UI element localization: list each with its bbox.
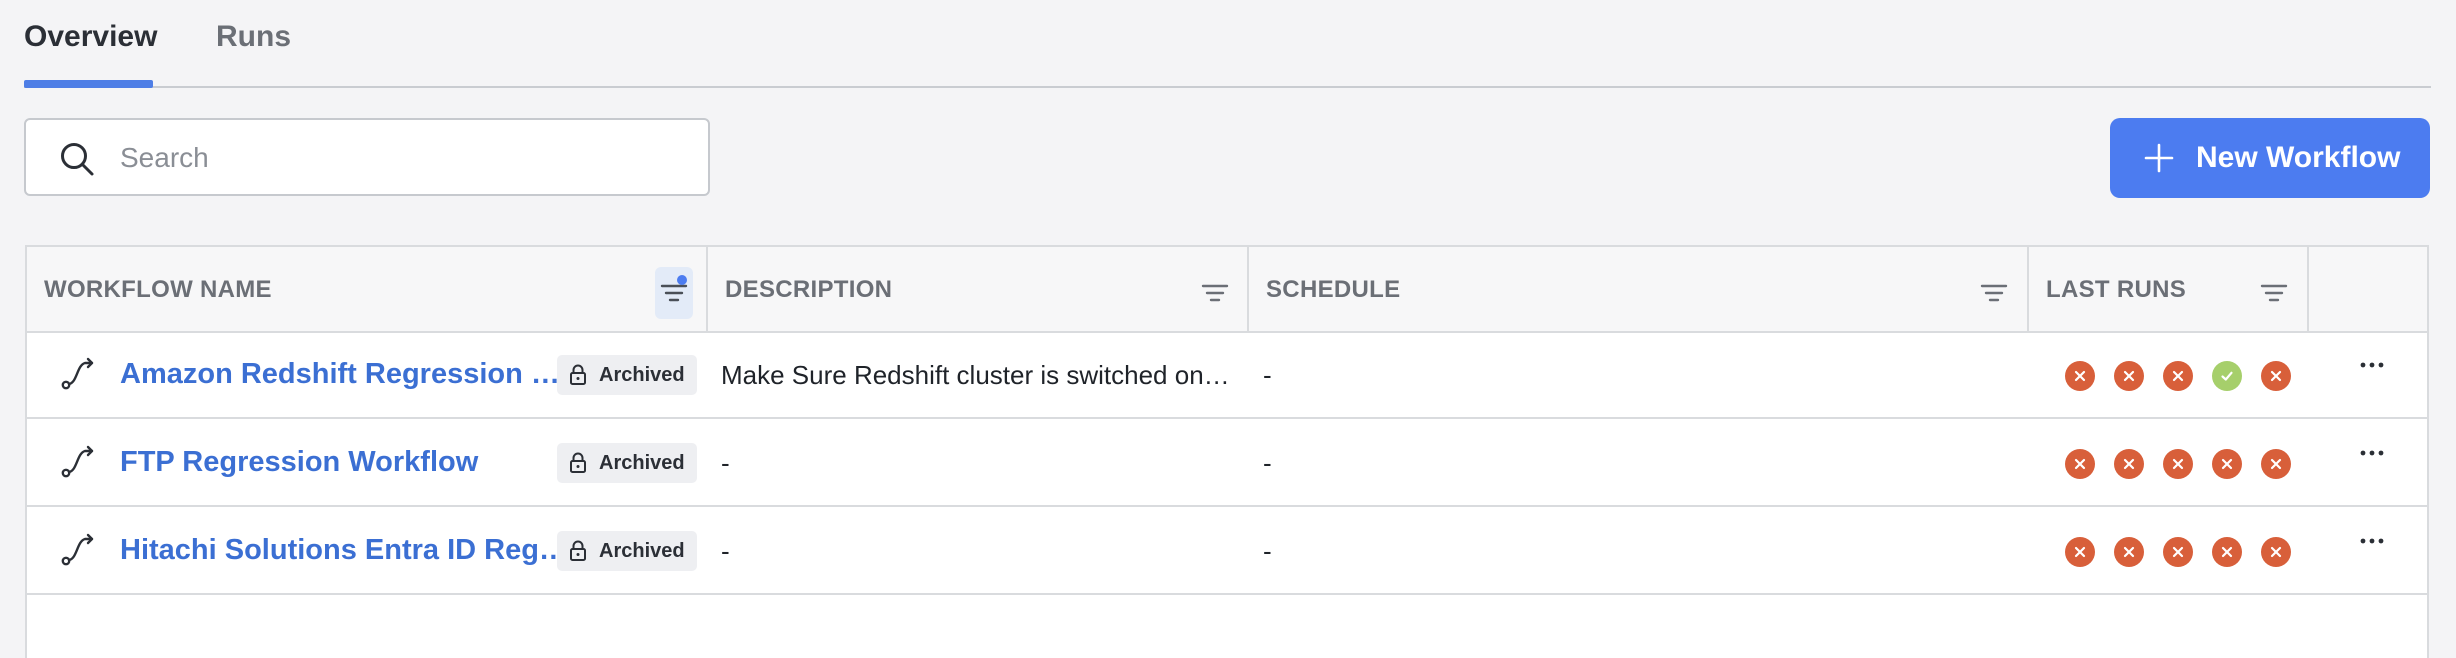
workflows-table: WORKFLOW NAME DESCRIPTION SCHEDULE LAST … xyxy=(25,245,2429,658)
schedule-filter-button[interactable] xyxy=(1975,267,2013,319)
tab-bar: Overview Runs xyxy=(24,0,2431,88)
badge-label: Archived xyxy=(599,363,685,386)
lock-icon xyxy=(570,364,586,385)
column-label: DESCRIPTION xyxy=(725,276,893,303)
search-box[interactable] xyxy=(24,118,710,196)
search-input[interactable] xyxy=(120,134,680,182)
table-row[interactable]: Hitachi Solutions Entra ID Reg… Archived… xyxy=(27,507,2427,595)
table-row[interactable]: FTP Regression Workflow Archived - - xyxy=(27,419,2427,507)
filter-icon xyxy=(1201,284,1229,302)
plus-icon xyxy=(2144,143,2174,173)
last-runs-filter-button[interactable] xyxy=(2255,267,2293,319)
workflow-name-link[interactable]: FTP Regression Workflow xyxy=(120,446,576,479)
last-runs xyxy=(2065,537,2310,567)
lock-icon xyxy=(570,540,586,561)
column-header-schedule: SCHEDULE xyxy=(1249,247,2029,331)
active-filter-dot xyxy=(677,275,687,285)
run-failed-icon[interactable] xyxy=(2163,537,2193,567)
workflow-icon xyxy=(61,533,94,566)
column-label: WORKFLOW NAME xyxy=(44,276,272,303)
badge-label: Archived xyxy=(599,539,685,562)
row-more-button[interactable] xyxy=(2349,345,2395,385)
filter-icon xyxy=(1980,284,2008,302)
run-failed-icon[interactable] xyxy=(2163,449,2193,479)
column-header-last-runs: LAST RUNS xyxy=(2029,247,2309,331)
run-failed-icon[interactable] xyxy=(2261,537,2291,567)
run-failed-icon[interactable] xyxy=(2065,449,2095,479)
column-header-workflow-name: WORKFLOW NAME xyxy=(27,247,708,331)
search-icon xyxy=(61,143,94,176)
more-horizontal-icon xyxy=(2360,362,2384,368)
workflow-name-filter-button[interactable] xyxy=(655,267,693,319)
schedule-cell: - xyxy=(1263,360,1272,390)
table-header: WORKFLOW NAME DESCRIPTION SCHEDULE LAST … xyxy=(27,247,2427,333)
last-runs xyxy=(2065,449,2310,479)
column-header-actions xyxy=(2309,247,2429,331)
badge-label: Archived xyxy=(599,451,685,474)
more-horizontal-icon xyxy=(2360,450,2384,456)
archived-badge: Archived xyxy=(557,355,697,395)
run-failed-icon[interactable] xyxy=(2212,537,2242,567)
active-tab-indicator xyxy=(24,80,153,88)
workflow-icon xyxy=(61,445,94,478)
archived-badge: Archived xyxy=(557,443,697,483)
row-more-button[interactable] xyxy=(2349,433,2395,473)
row-more-button[interactable] xyxy=(2349,521,2395,561)
lock-icon xyxy=(570,452,586,473)
column-label: SCHEDULE xyxy=(1266,276,1401,303)
run-failed-icon[interactable] xyxy=(2261,449,2291,479)
filter-icon xyxy=(2260,284,2288,302)
run-failed-icon[interactable] xyxy=(2114,537,2144,567)
column-label: LAST RUNS xyxy=(2046,276,2187,303)
column-header-description: DESCRIPTION xyxy=(708,247,1249,331)
run-failed-icon[interactable] xyxy=(2261,361,2291,391)
workflow-name-link[interactable]: Hitachi Solutions Entra ID Reg… xyxy=(120,534,576,567)
more-horizontal-icon xyxy=(2360,538,2384,544)
archived-badge: Archived xyxy=(557,531,697,571)
run-failed-icon[interactable] xyxy=(2212,449,2242,479)
workflow-icon xyxy=(61,357,94,390)
workflow-name-link[interactable]: Amazon Redshift Regression … xyxy=(120,358,576,391)
new-workflow-label: New Workflow xyxy=(2196,141,2401,174)
table-row[interactable]: Amazon Redshift Regression … Archived Ma… xyxy=(27,331,2427,419)
tab-runs[interactable]: Runs xyxy=(216,20,291,54)
run-failed-icon[interactable] xyxy=(2114,361,2144,391)
run-failed-icon[interactable] xyxy=(2065,537,2095,567)
run-success-icon[interactable] xyxy=(2212,361,2242,391)
run-failed-icon[interactable] xyxy=(2114,449,2144,479)
run-failed-icon[interactable] xyxy=(2065,361,2095,391)
tab-overview[interactable]: Overview xyxy=(24,20,157,54)
description-cell: - xyxy=(721,536,730,566)
schedule-cell: - xyxy=(1263,536,1272,566)
description-cell: - xyxy=(721,448,730,478)
run-failed-icon[interactable] xyxy=(2163,361,2193,391)
new-workflow-button[interactable]: New Workflow xyxy=(2110,118,2430,198)
last-runs xyxy=(2065,361,2310,391)
description-filter-button[interactable] xyxy=(1196,267,1234,319)
description-cell: Make Sure Redshift cluster is switched o… xyxy=(721,360,1230,390)
schedule-cell: - xyxy=(1263,448,1272,478)
